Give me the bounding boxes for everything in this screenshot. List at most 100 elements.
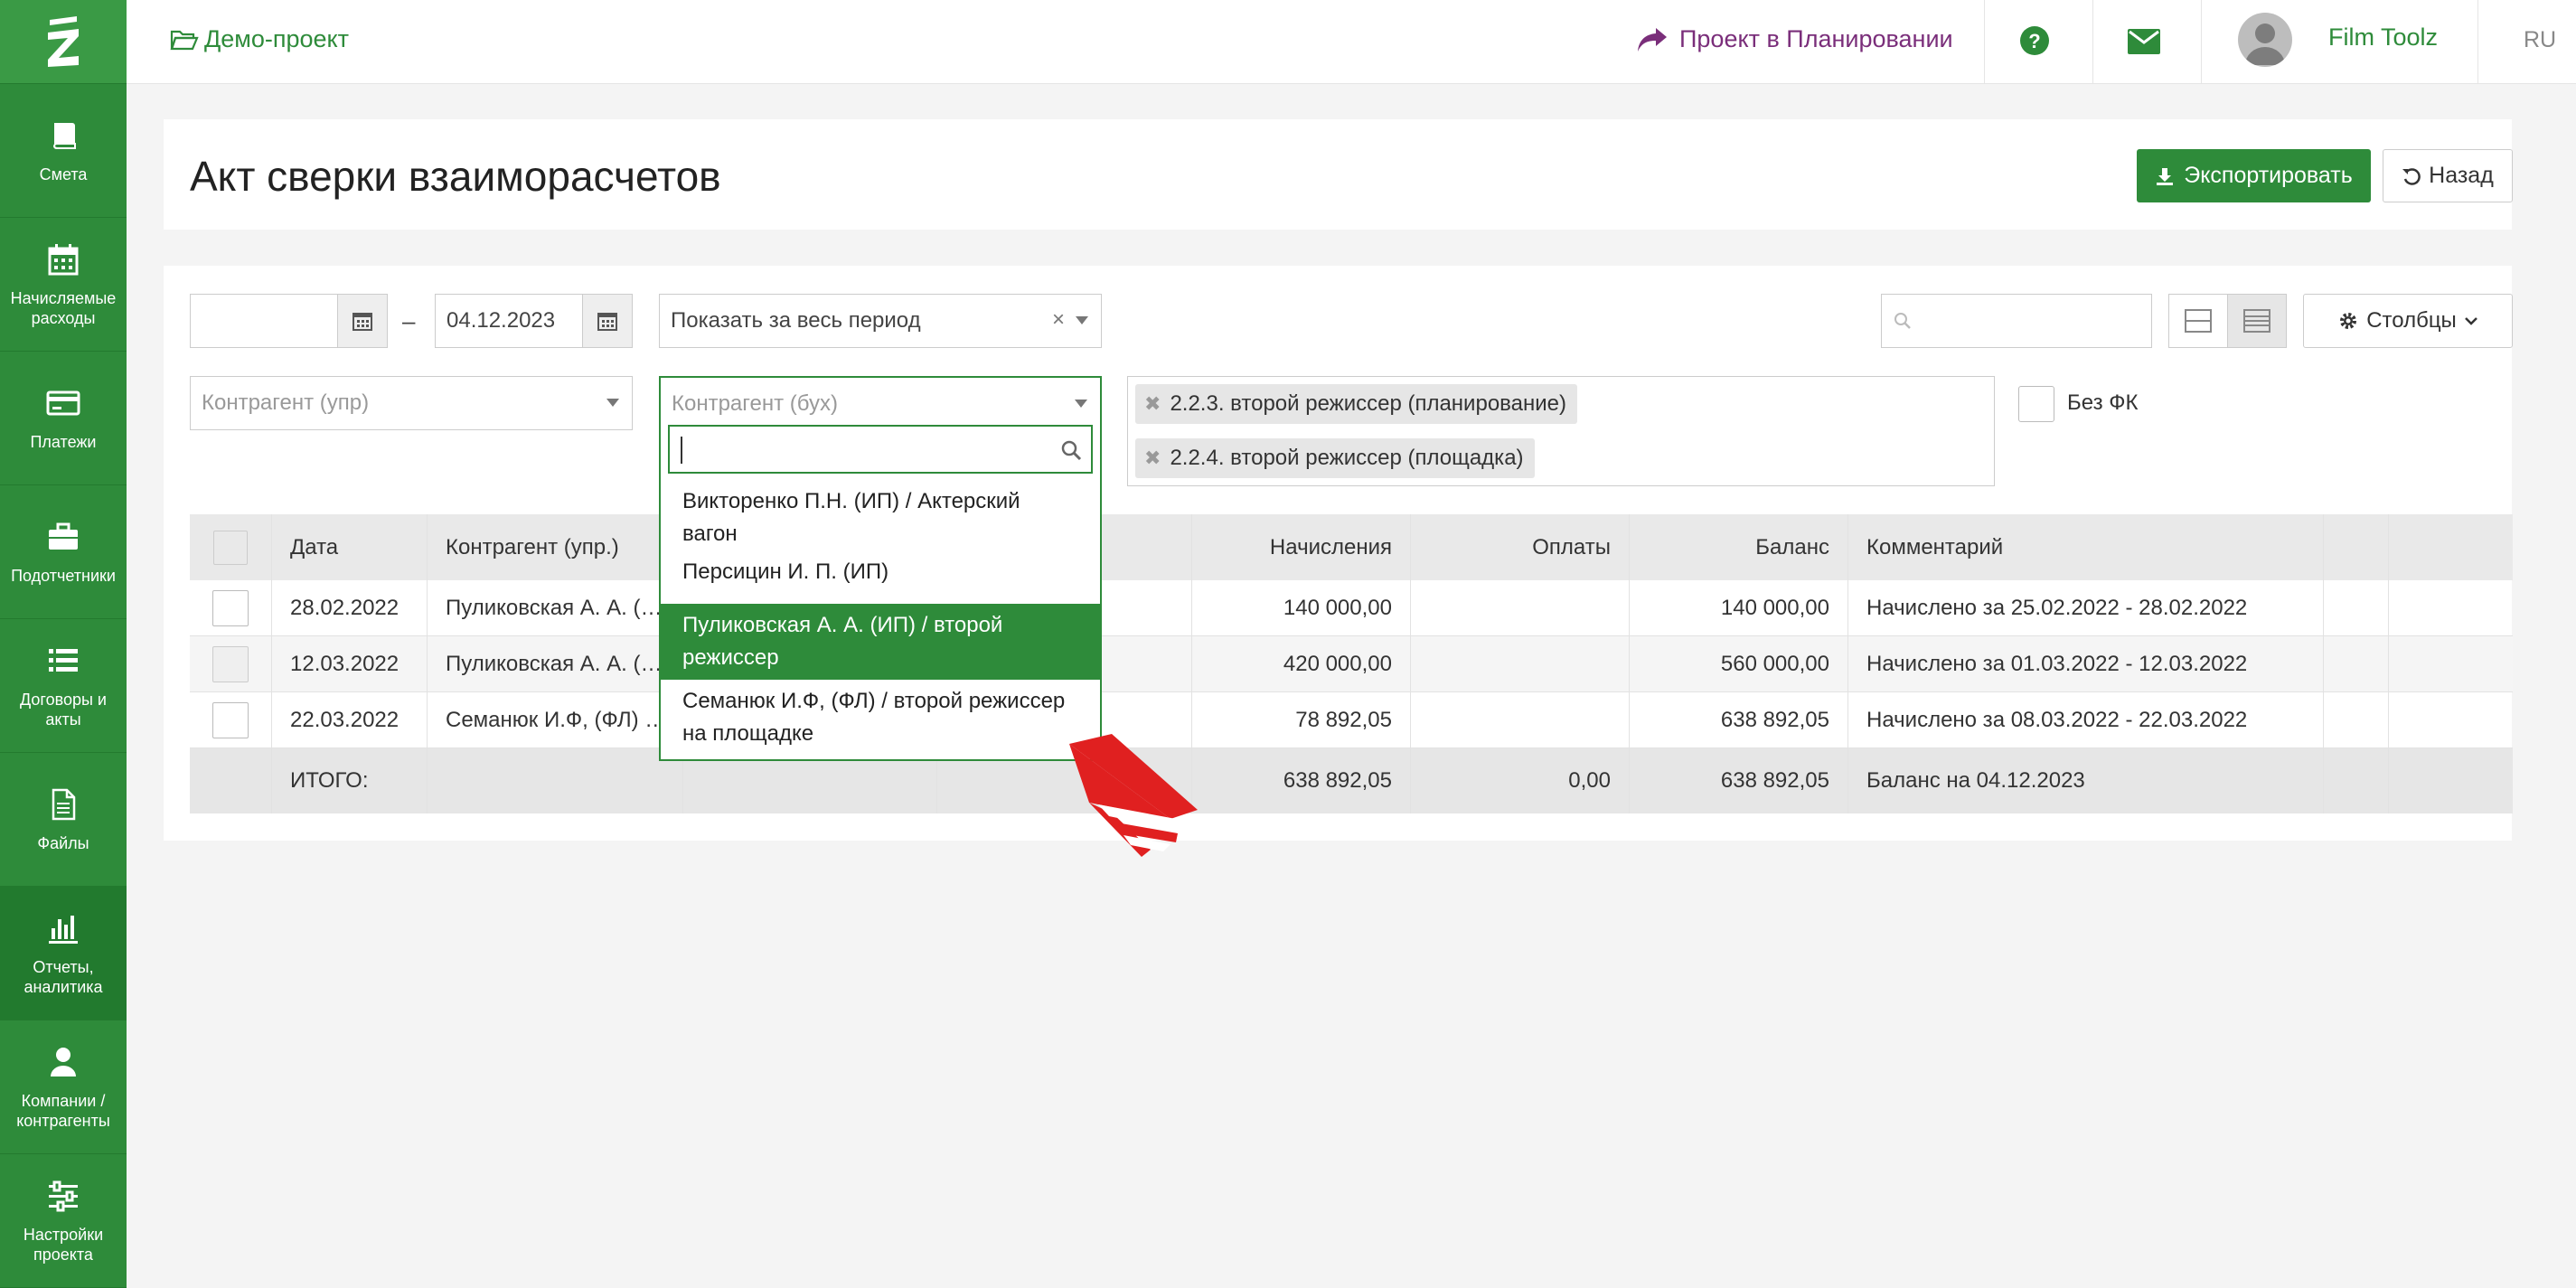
- sidebar-item-label: Отчеты, аналитика: [24, 957, 103, 996]
- total-label: ИТОГО:: [272, 748, 428, 813]
- planning-project-link[interactable]: Проект в Планировании: [1636, 25, 1953, 53]
- bar-chart-icon: [49, 915, 78, 944]
- sidebar-item-accountables[interactable]: Подотчетники: [0, 485, 127, 619]
- search-input[interactable]: [1881, 294, 2152, 348]
- app-logo[interactable]: [0, 0, 127, 84]
- top-bar: Демо-проект Проект в Планировании ? Film…: [127, 0, 2576, 84]
- sidebar-item-estimate[interactable]: Смета: [0, 84, 127, 218]
- columns-label: Столбцы: [2366, 308, 2457, 333]
- row-select-cell: [190, 636, 272, 691]
- header-panel: Акт сверки взаиморасчетов Экспортировать…: [164, 119, 2513, 230]
- language-switcher[interactable]: RU: [2524, 27, 2556, 53]
- sidebar-item-project-settings[interactable]: Настройки проекта: [0, 1154, 127, 1288]
- view-expanded-toggle[interactable]: [2227, 294, 2287, 348]
- row-select-cell: [190, 692, 272, 747]
- dropdown-option-selected[interactable]: Пуликовская А. А. (ИП) / второй режиссер: [661, 604, 1100, 680]
- table-total-row: ИТОГО: 638 892,05 0,00 638 892,05 Баланс…: [190, 748, 2513, 813]
- date-from-input[interactable]: [190, 294, 338, 348]
- project-link[interactable]: Демо-проект: [170, 25, 349, 53]
- help-icon[interactable]: ?: [2019, 25, 2050, 61]
- columns-button[interactable]: Столбцы: [2303, 294, 2513, 348]
- sidebar-item-accrued-expenses[interactable]: Начисляемые расходы: [0, 218, 127, 352]
- counterparty-mgmt-select[interactable]: Контрагент (упр): [190, 376, 633, 430]
- chevron-down-icon: [1075, 400, 1087, 408]
- rows-expanded-icon: [2243, 309, 2270, 333]
- column-header[interactable]: Баланс: [1630, 514, 1848, 580]
- user-icon: [51, 1047, 76, 1076]
- calendar-icon[interactable]: [582, 294, 633, 348]
- avatar[interactable]: [2238, 13, 2292, 67]
- sidebar-item-label: Платежи: [30, 432, 97, 451]
- sidebar-item-label: Файлы: [37, 833, 89, 852]
- table-row[interactable]: 22.03.2022 Семанюк И.Ф, (ФЛ) … ежис… 78 …: [190, 692, 2513, 748]
- download-icon: [2157, 167, 2174, 185]
- row-checkbox[interactable]: [212, 589, 249, 626]
- budget-lines-tag-input[interactable]: ✖ 2.2.3. второй режиссер (планирование) …: [1127, 376, 1995, 486]
- divider: [2092, 0, 2093, 84]
- sidebar-item-label: Компании / контрагенты: [16, 1091, 110, 1130]
- view-compact-toggle[interactable]: [2168, 294, 2228, 348]
- date-to-input[interactable]: 04.12.2023: [435, 294, 583, 348]
- date-range-dash: –: [402, 307, 416, 334]
- balance-cell: 638 892,05: [1630, 692, 1848, 747]
- credit-card-icon: [46, 390, 80, 415]
- column-header: [2324, 514, 2389, 580]
- period-select[interactable]: Показать за весь период ×: [659, 294, 1102, 348]
- dropdown-option[interactable]: Викторенко П.Н. (ИП) / Актерский вагон: [661, 484, 1100, 550]
- table-row[interactable]: 28.02.2022 Пуликовская А. А. (… ежис… 14…: [190, 580, 2513, 636]
- no-fk-label: Без ФК: [2067, 390, 2139, 415]
- pointer-cursor-icon: [1069, 734, 1198, 857]
- counterparty-acc-dropdown: Викторенко П.Н. (ИП) / Актерский вагон П…: [659, 425, 1102, 761]
- user-name[interactable]: Film Toolz: [2328, 24, 2438, 52]
- column-header[interactable]: Дата: [272, 514, 428, 580]
- mail-icon[interactable]: [2128, 29, 2160, 59]
- export-button[interactable]: Экспортировать: [2137, 149, 2371, 202]
- tag-label: 2.2.3. второй режиссер (планирование): [1170, 391, 1566, 416]
- back-button[interactable]: Назад: [2383, 149, 2513, 202]
- divider: [2477, 0, 2478, 84]
- total-balance: 638 892,05: [1630, 748, 1848, 813]
- text-cursor: [681, 437, 682, 464]
- table-row[interactable]: 12.03.2022 Пуликовская А. А. (… ежис… 42…: [190, 636, 2513, 692]
- table-cell: [2389, 692, 2513, 747]
- column-header[interactable]: Контрагент (упр.): [428, 514, 683, 580]
- clear-icon[interactable]: ×: [1052, 307, 1065, 333]
- row-checkbox[interactable]: [212, 645, 249, 682]
- column-header[interactable]: Начисления: [1192, 514, 1411, 580]
- no-fk-checkbox[interactable]: [2018, 386, 2054, 422]
- comment-cell: Начислено за 01.03.2022 - 12.03.2022: [1848, 636, 2324, 691]
- divider: [2201, 0, 2202, 84]
- select-all-checkbox[interactable]: [213, 530, 248, 565]
- accrual-cell: 78 892,05: [1192, 692, 1411, 747]
- table-cell: [2324, 636, 2389, 691]
- comment-cell: Начислено за 08.03.2022 - 22.03.2022: [1848, 692, 2324, 747]
- remove-tag-icon[interactable]: ✖: [1144, 392, 1161, 416]
- rows-compact-icon: [2185, 309, 2212, 333]
- sidebar-item-reports[interactable]: Отчеты, аналитика: [0, 887, 127, 1020]
- sidebar-item-payments[interactable]: Платежи: [0, 352, 127, 485]
- column-header[interactable]: Оплаты: [1411, 514, 1630, 580]
- briefcase-icon: [49, 522, 78, 550]
- sidebar-item-label: Подотчетники: [11, 566, 116, 585]
- sidebar-item-contracts[interactable]: Договоры и акты: [0, 619, 127, 753]
- sidebar-item-companies[interactable]: Компании / контрагенты: [0, 1020, 127, 1154]
- counterparty-acc-select[interactable]: Контрагент (бух): [659, 376, 1102, 430]
- logo-icon: [48, 16, 79, 67]
- dropdown-option[interactable]: Персицин И. П. (ИП): [661, 550, 1100, 595]
- sidebar-item-files[interactable]: Файлы: [0, 753, 127, 887]
- sliders-icon: [49, 1180, 78, 1211]
- select-all-cell: [190, 514, 272, 580]
- sidebar-item-label: Настройки проекта: [23, 1225, 104, 1264]
- dropdown-option[interactable]: Семанюк И.Ф, (ФЛ) / второй режиссер на п…: [661, 683, 1100, 756]
- row-checkbox[interactable]: [212, 701, 249, 738]
- balance-cell: 140 000,00: [1630, 580, 1848, 635]
- calendar-icon: [48, 243, 79, 275]
- calendar-icon[interactable]: [337, 294, 388, 348]
- payment-cell: [1411, 580, 1630, 635]
- dropdown-search-input[interactable]: [668, 425, 1093, 474]
- remove-tag-icon[interactable]: ✖: [1144, 447, 1161, 470]
- file-icon: [52, 788, 76, 820]
- column-header[interactable]: Комментарий: [1848, 514, 2324, 580]
- table-cell: [2389, 636, 2513, 691]
- column-header: [2389, 514, 2513, 580]
